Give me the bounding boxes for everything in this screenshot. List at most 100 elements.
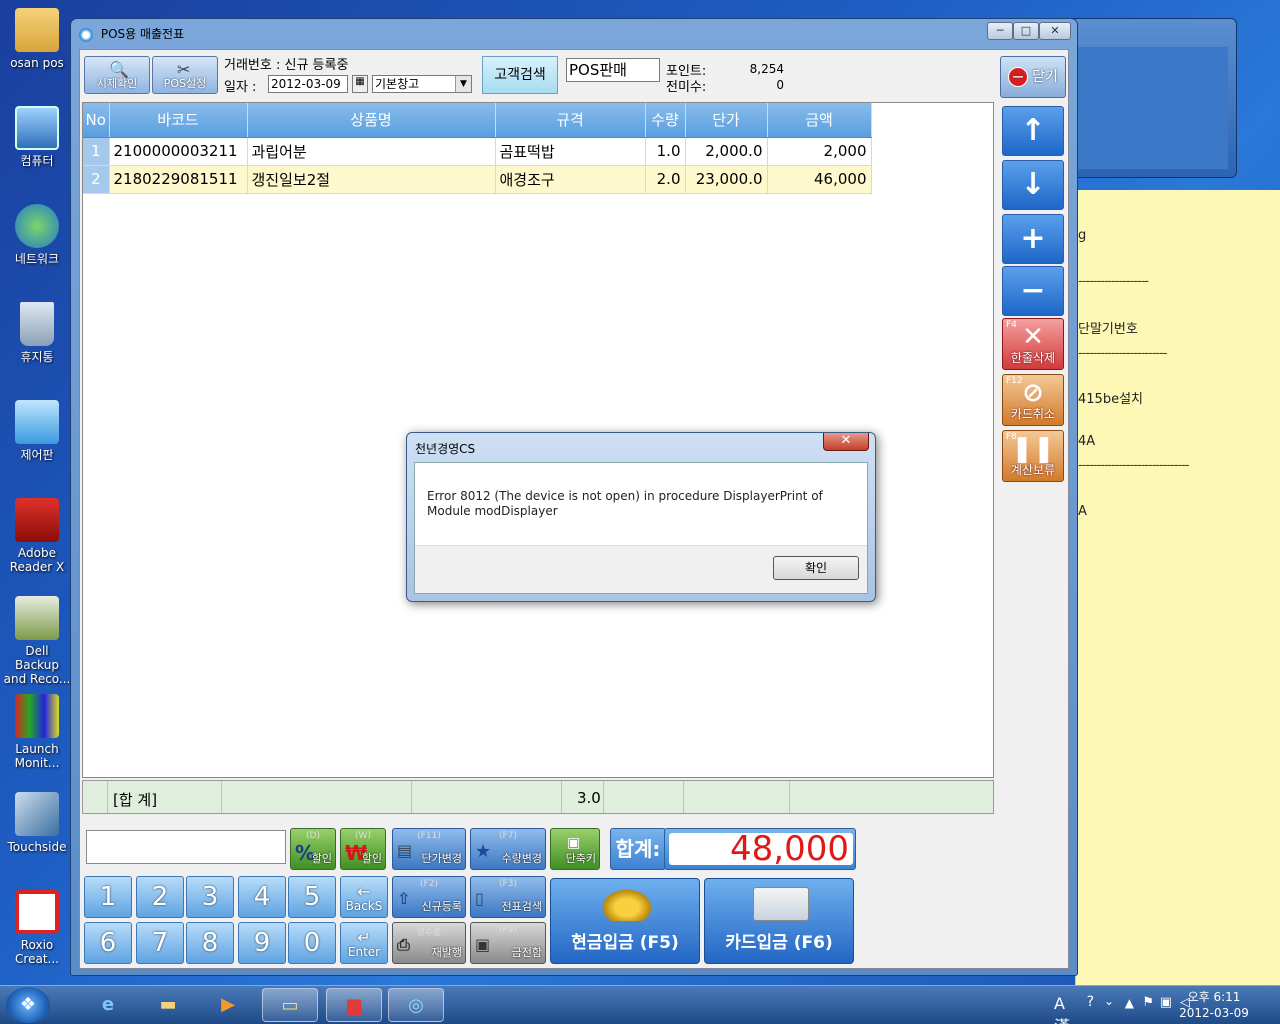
calendar-icon[interactable]: ▦ xyxy=(352,75,368,93)
sticky-note[interactable]: g ------------------- 단말기번호 ------------… xyxy=(1075,190,1280,985)
taskbar-explorer[interactable]: ▬ xyxy=(140,988,196,1022)
barcode-input[interactable] xyxy=(86,830,286,864)
key-1[interactable]: 1 xyxy=(84,876,132,918)
taskbar-toolbox[interactable]: ▆ xyxy=(326,988,382,1022)
desktop-icon-label: Adobe Reader X xyxy=(9,546,65,574)
desktop-icon-label: 휴지통 xyxy=(20,350,54,364)
dialog-close-button[interactable]: ✕ xyxy=(823,433,869,451)
taskbar-media-player[interactable]: ▶ xyxy=(200,988,256,1022)
ok-button[interactable]: 확인 xyxy=(773,556,859,580)
help-icon[interactable]: ? xyxy=(1087,994,1094,1010)
cell-qty[interactable]: 1.0 xyxy=(645,137,686,166)
maximize-button[interactable]: □ xyxy=(1013,22,1039,40)
key-0[interactable]: 0 xyxy=(288,922,336,964)
clock[interactable]: 오후 6:11 2012-03-09 xyxy=(1174,989,1254,1021)
key-7[interactable]: 7 xyxy=(136,922,184,964)
x-icon: ✕ xyxy=(1022,322,1044,352)
date-field[interactable]: 2012-03-09 xyxy=(268,75,348,93)
column-header-product[interactable]: 상품명 xyxy=(247,103,496,138)
minus-button[interactable]: − xyxy=(1002,266,1064,316)
taskbar-ie[interactable]: e xyxy=(80,988,136,1022)
column-header-spec[interactable]: 규격 xyxy=(495,103,646,138)
desktop-icon-osan-pos[interactable]: osan pos xyxy=(2,8,72,70)
price-change-button[interactable]: (F11) ▤ 단가변경 xyxy=(392,828,466,870)
key-4[interactable]: 4 xyxy=(238,876,286,918)
desktop-icon-dell-backup[interactable]: Dell Backup and Reco... xyxy=(2,596,72,686)
qty-change-button[interactable]: (F7) ★ 수량변경 xyxy=(470,828,546,870)
column-header-price[interactable]: 단가 xyxy=(685,103,768,138)
cell-barcode[interactable]: 2100000003211 xyxy=(109,137,248,166)
network-globe-icon xyxy=(15,204,59,248)
pos-sale-field[interactable]: POS판매 xyxy=(566,58,660,82)
key-9[interactable]: 9 xyxy=(238,922,286,964)
options-icon[interactable]: ⌄ xyxy=(1104,994,1114,1008)
cell-product[interactable]: 과립어분 xyxy=(247,137,496,166)
card-cancel-button[interactable]: F12 ⊘ 카드취소 xyxy=(1002,374,1064,426)
cell-barcode[interactable]: 2180229081511 xyxy=(109,165,248,194)
slip-search-button[interactable]: (F3) ▯ 전표검색 xyxy=(470,876,546,918)
plus-button[interactable]: + xyxy=(1002,214,1064,264)
cell-price[interactable]: 23,000.0 xyxy=(685,165,768,194)
new-register-button[interactable]: (F2) ⇧ 신규등록 xyxy=(392,876,466,918)
column-header-qty[interactable]: 수량 xyxy=(645,103,686,138)
cell-price[interactable]: 2,000.0 xyxy=(685,137,768,166)
percent-discount-button[interactable]: (D) % 할인 xyxy=(290,828,336,870)
cell-product[interactable]: 갱진일보2절 xyxy=(247,165,496,194)
arrow-down-button[interactable]: ↓ xyxy=(1002,160,1064,210)
customer-search-button[interactable]: 고객검색 xyxy=(482,56,558,94)
action-center-flag-icon[interactable]: ⚑ xyxy=(1142,995,1154,1010)
hold-calculation-button[interactable]: F8 ❚❚ 계산보류 xyxy=(1002,430,1064,482)
key-5[interactable]: 5 xyxy=(288,876,336,918)
receipt-reprint-button[interactable]: 영수증 ⎙ 재발행 xyxy=(392,922,466,964)
desktop-icon-touchside[interactable]: Touchside xyxy=(2,792,72,854)
show-hidden-icons-icon[interactable]: ▲ xyxy=(1125,996,1134,1010)
shortcut-key-f3: (F3) xyxy=(499,879,517,889)
taskbar-app-window[interactable]: ▭ xyxy=(262,988,318,1022)
desktop-icon-roxio[interactable]: Roxio Creat... xyxy=(2,890,72,966)
cash-payment-button[interactable]: 현금입금 (F5) xyxy=(550,878,700,964)
window-title: POS용 매출전표 xyxy=(100,27,185,41)
cell-amount[interactable]: 2,000 xyxy=(767,137,872,166)
pos-setting-button[interactable]: ✂ POS설정 xyxy=(152,56,218,94)
enter-button[interactable]: ↵ Enter xyxy=(340,922,388,964)
error-dialog[interactable]: 천년경영CS ✕ Error 8012 (The device is not o… xyxy=(406,432,876,602)
arrow-up-button[interactable]: ↑ xyxy=(1002,106,1064,156)
hold-calculation-label: 계산보류 xyxy=(1010,463,1056,477)
desktop-icon-control-panel[interactable]: 제어판 xyxy=(2,400,72,462)
ime-language-indicator[interactable]: A漢 xyxy=(1054,994,1070,1024)
delete-line-button[interactable]: F4 ✕ 한줄삭제 xyxy=(1002,318,1064,370)
desktop-icon-computer[interactable]: 컴퓨터 xyxy=(2,106,72,168)
network-icon[interactable]: ▣ xyxy=(1160,995,1172,1010)
window-titlebar[interactable]: POS용 매출전표 xyxy=(79,25,1069,43)
column-header-barcode[interactable]: 바코드 xyxy=(109,103,248,138)
start-button[interactable]: ❖ xyxy=(6,987,50,1023)
key-2[interactable]: 2 xyxy=(136,876,184,918)
column-header-no[interactable]: No xyxy=(83,103,110,138)
desktop-icon-launch-monitor[interactable]: Launch Monit... xyxy=(2,694,72,770)
key-6[interactable]: 6 xyxy=(84,922,132,964)
card-payment-button[interactable]: 카드입금 (F6) xyxy=(704,878,854,964)
won-discount-button[interactable]: (W) ₩ 할인 xyxy=(340,828,386,870)
column-header-amount[interactable]: 금액 xyxy=(767,103,872,138)
table-row-selected[interactable]: 2 2180229081511 갱진일보2절 애경조구 2.0 23,000.0… xyxy=(83,165,872,194)
desktop-icon-recycle-bin[interactable]: 휴지통 xyxy=(2,302,72,364)
cell-qty[interactable]: 2.0 xyxy=(645,165,686,194)
backspace-button[interactable]: ← BackS xyxy=(340,876,388,918)
key-8[interactable]: 8 xyxy=(186,922,234,964)
prohibited-icon: ⊘ xyxy=(1022,378,1044,408)
close-button[interactable]: − 닫기 xyxy=(1000,56,1066,98)
window-close-button[interactable]: ✕ xyxy=(1039,22,1071,40)
shortcut-button[interactable]: ▣ 단축키 xyxy=(550,828,600,870)
taskbar-pos-cs[interactable]: ◎ xyxy=(388,988,444,1022)
cell-amount[interactable]: 46,000 xyxy=(767,165,872,194)
desktop-icon-network[interactable]: 네트워크 xyxy=(2,204,72,266)
table-row[interactable]: 1 2100000003211 과립어분 곰표떡밥 1.0 2,000.0 2,… xyxy=(83,137,872,166)
cash-drawer-button[interactable]: (F9) ▣ 금전함 xyxy=(470,922,546,964)
warehouse-select[interactable]: 기본창고 ▼ xyxy=(372,75,472,93)
time-check-button[interactable]: 🔍 시제확인 xyxy=(84,56,150,94)
cell-spec[interactable]: 애경조구 xyxy=(495,165,646,194)
minimize-button[interactable]: ─ xyxy=(987,22,1013,40)
cell-spec[interactable]: 곰표떡밥 xyxy=(495,137,646,166)
key-3[interactable]: 3 xyxy=(186,876,234,918)
desktop-icon-adobe-reader[interactable]: Adobe Reader X xyxy=(2,498,72,574)
